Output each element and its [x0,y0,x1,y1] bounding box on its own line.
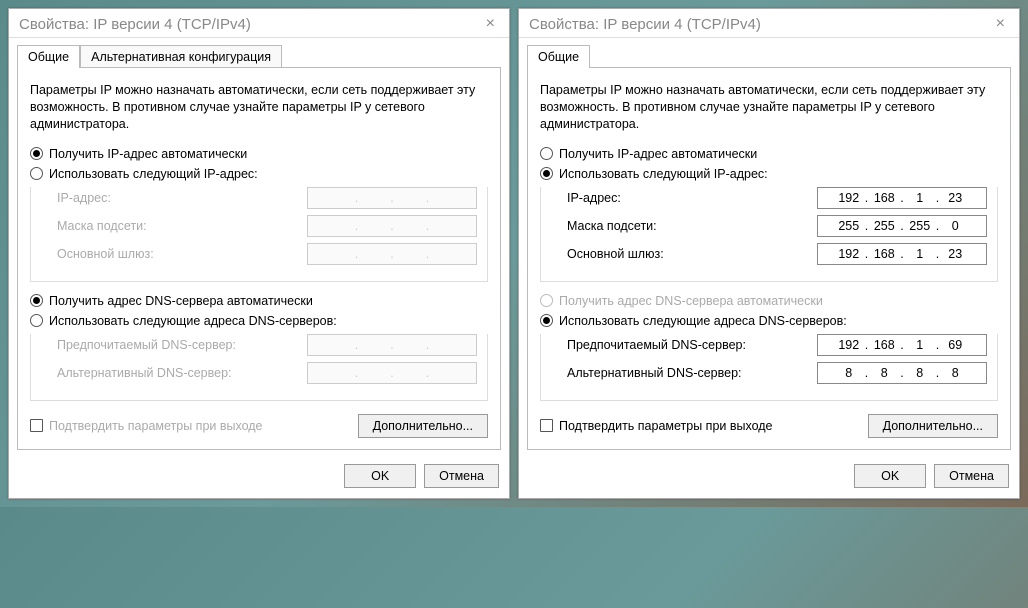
radio-icon[interactable] [30,294,43,307]
tab-general[interactable]: Общие [527,45,590,68]
cancel-button[interactable]: Отмена [424,464,499,488]
advanced-button[interactable]: Дополнительно... [358,414,488,438]
input-mask: ... [307,215,477,237]
label-dns1: Предпочитаемый DNS-сервер: [551,338,746,352]
radio-label: Использовать следующий IP-адрес: [559,167,768,181]
label-dns2: Альтернативный DNS-сервер: [41,366,232,380]
radio-label: Использовать следующие адреса DNS-сервер… [559,314,847,328]
radio-icon[interactable] [30,167,43,180]
titlebar: Свойства: IP версии 4 (TCP/IPv4) × [519,9,1019,38]
close-icon[interactable]: × [992,15,1009,33]
tab-content: Параметры IP можно назначать автоматичес… [17,67,501,450]
window-title: Свойства: IP версии 4 (TCP/IPv4) [529,16,761,33]
checkbox-validate[interactable]: Подтвердить параметры при выходе [30,419,263,433]
label-gateway: Основной шлюз: [551,247,664,261]
window-title: Свойства: IP версии 4 (TCP/IPv4) [19,16,251,33]
ip-group: IP-адрес: 192.168.1.23 Маска подсети: 25… [540,187,998,282]
radio-icon[interactable] [540,167,553,180]
label-ip: IP-адрес: [41,191,111,205]
radio-label: Получить IP-адрес автоматически [559,147,757,161]
input-dns1[interactable]: 192.168.1.69 [817,334,987,356]
label-dns1: Предпочитаемый DNS-сервер: [41,338,236,352]
radio-label: Получить адрес DNS-сервера автоматически [559,294,823,308]
radio-label: Получить адрес DNS-сервера автоматически [49,294,313,308]
dns-group: Предпочитаемый DNS-сервер: ... Альтернат… [30,334,488,401]
advanced-button[interactable]: Дополнительно... [868,414,998,438]
dialog-ipv4-left: Свойства: IP версии 4 (TCP/IPv4) × Общие… [8,8,510,499]
tab-content: Параметры IP можно назначать автоматичес… [527,67,1011,450]
radio-label: Использовать следующий IP-адрес: [49,167,258,181]
dialog-buttons: OK Отмена [9,458,509,498]
checkbox-label: Подтвердить параметры при выходе [49,419,263,433]
input-dns1: ... [307,334,477,356]
checkbox-label: Подтвердить параметры при выходе [559,419,773,433]
intro-text: Параметры IP можно назначать автоматичес… [30,82,488,133]
radio-icon[interactable] [540,314,553,327]
ok-button[interactable]: OK [854,464,926,488]
titlebar: Свойства: IP версии 4 (TCP/IPv4) × [9,9,509,38]
checkbox-validate[interactable]: Подтвердить параметры при выходе [540,419,773,433]
input-ip: ... [307,187,477,209]
input-gateway: ... [307,243,477,265]
radio-label: Использовать следующие адреса DNS-сервер… [49,314,337,328]
radio-ip-manual[interactable]: Использовать следующий IP-адрес: [30,167,488,181]
radio-icon[interactable] [30,147,43,160]
label-gateway: Основной шлюз: [41,247,154,261]
tabbar: Общие Альтернативная конфигурация [9,38,509,67]
radio-ip-auto[interactable]: Получить IP-адрес автоматически [30,147,488,161]
radio-dns-auto[interactable]: Получить адрес DNS-сервера автоматически [30,294,488,308]
checkbox-icon[interactable] [540,419,553,432]
ip-group: IP-адрес: ... Маска подсети: ... Основно… [30,187,488,282]
ok-button[interactable]: OK [344,464,416,488]
tab-general[interactable]: Общие [17,45,80,68]
label-ip: IP-адрес: [551,191,621,205]
radio-icon[interactable] [30,314,43,327]
radio-dns-manual[interactable]: Использовать следующие адреса DNS-сервер… [540,314,998,328]
label-dns2: Альтернативный DNS-сервер: [551,366,742,380]
cancel-button[interactable]: Отмена [934,464,1009,488]
input-ip[interactable]: 192.168.1.23 [817,187,987,209]
radio-dns-auto: Получить адрес DNS-сервера автоматически [540,294,998,308]
intro-text: Параметры IP можно назначать автоматичес… [540,82,998,133]
checkbox-icon[interactable] [30,419,43,432]
radio-icon [540,294,553,307]
input-gateway[interactable]: 192.168.1.23 [817,243,987,265]
tab-alt-config[interactable]: Альтернативная конфигурация [80,45,282,68]
radio-dns-manual[interactable]: Использовать следующие адреса DNS-сервер… [30,314,488,328]
label-mask: Маска подсети: [41,219,147,233]
radio-ip-auto[interactable]: Получить IP-адрес автоматически [540,147,998,161]
dialog-ipv4-right: Свойства: IP версии 4 (TCP/IPv4) × Общие… [518,8,1020,499]
radio-label: Получить IP-адрес автоматически [49,147,247,161]
close-icon[interactable]: × [482,15,499,33]
tabbar: Общие [519,38,1019,67]
radio-ip-manual[interactable]: Использовать следующий IP-адрес: [540,167,998,181]
label-mask: Маска подсети: [551,219,657,233]
input-dns2[interactable]: 8.8.8.8 [817,362,987,384]
input-dns2: ... [307,362,477,384]
dialog-buttons: OK Отмена [519,458,1019,498]
dns-group: Предпочитаемый DNS-сервер: 192.168.1.69 … [540,334,998,401]
radio-icon[interactable] [540,147,553,160]
input-mask[interactable]: 255.255.255.0 [817,215,987,237]
